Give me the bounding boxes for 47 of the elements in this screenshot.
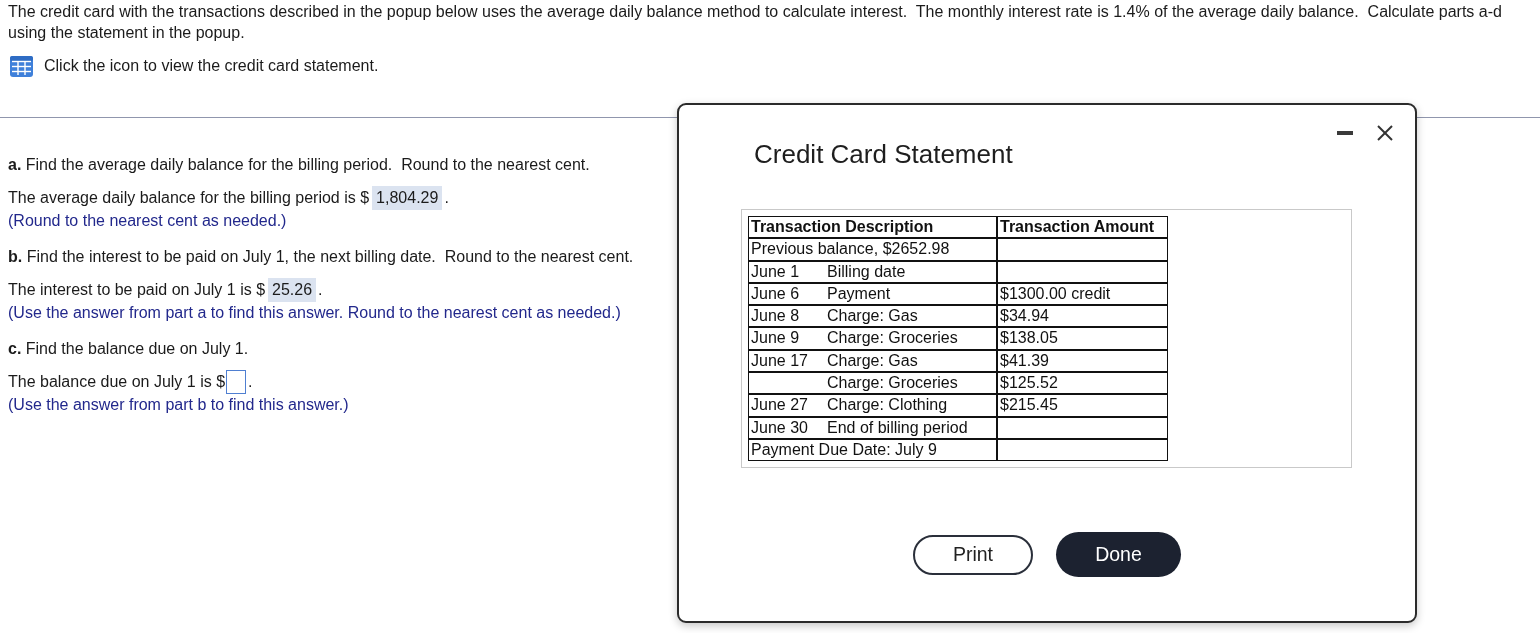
date-text: June 1 <box>751 262 800 280</box>
answer-field[interactable]: 25.26 <box>268 278 317 302</box>
period-text: . <box>318 281 323 299</box>
description-text: Charge: Gas <box>827 351 918 369</box>
date-text: June 30 <box>751 418 808 436</box>
table-cell: $215.45 <box>997 394 1168 417</box>
print-button[interactable]: Print <box>913 534 1033 575</box>
question-text: c. Find the balance due on July 1. <box>8 339 249 359</box>
hint-text: (Use the answer from part a to find this answer. Round to the nearest cent as needed.) <box>8 303 621 323</box>
table-cell: $34.94 <box>997 305 1168 328</box>
done-button[interactable]: Done <box>1056 532 1181 578</box>
question-text: a. Find the average daily balance for the billing period. Round to the nearest cent. <box>8 155 590 175</box>
date-text: June 6 <box>751 284 800 302</box>
answer-label: The interest to be paid on July 1 is $ <box>8 281 266 299</box>
description-text: Charge: Groceries <box>827 374 958 392</box>
date-text: June 17 <box>751 351 808 369</box>
column-header: Transaction Description <box>748 216 997 239</box>
description-text: Billing date <box>827 262 906 280</box>
description-text: Charge: Clothing <box>827 396 948 414</box>
answer-field[interactable] <box>226 370 247 394</box>
hint-text: (Round to the nearest cent as needed.) <box>8 211 287 231</box>
table-cell: $138.05 <box>997 327 1168 350</box>
period-text: . <box>444 189 449 207</box>
description-text: Payment <box>827 284 891 302</box>
answer-label: The average daily balance for the billing period is $ <box>8 189 370 207</box>
description-text: Charge: Groceries <box>827 329 958 347</box>
date-text: June 9 <box>751 329 800 347</box>
table-cell: Payment Due Date: July 9 <box>748 438 997 462</box>
dialog-title: Credit Card Statement <box>754 139 1013 169</box>
date-text: June 27 <box>751 396 808 414</box>
instruction-text: Click the icon to view the credit card statement. <box>44 56 379 76</box>
question-text: b. Find the interest to be paid on July 1, the next billing date. Round to the nearest cent. <box>8 247 634 267</box>
date-text: June 8 <box>751 307 800 325</box>
close-icon[interactable] <box>1377 125 1393 141</box>
answer-field[interactable]: 1,804.29 <box>372 186 443 210</box>
table-cell: $125.52 <box>997 372 1168 395</box>
period-text: . <box>248 373 253 391</box>
description-text: End of billing period <box>827 418 968 436</box>
table-icon[interactable] <box>10 55 33 77</box>
table-cell: $1300.00 credit <box>997 282 1168 306</box>
description-text: Charge: Gas <box>827 307 918 325</box>
table-cell: $41.39 <box>997 349 1168 373</box>
hint-text: (Use the answer from part b to find this answer.) <box>8 395 349 415</box>
table-cell: Previous balance, $2652.98 <box>748 238 997 261</box>
answer-label: The balance due on July 1 is $ <box>8 373 226 391</box>
instructions-text: The credit card with the transactions described in the popup below uses the average daily balance method to calculate interest. The monthly interest rate is 1.4% of the average daily balance. Calculate parts a-d using the statement in the popup. <box>8 2 1503 43</box>
column-header: Transaction Amount <box>997 216 1168 239</box>
